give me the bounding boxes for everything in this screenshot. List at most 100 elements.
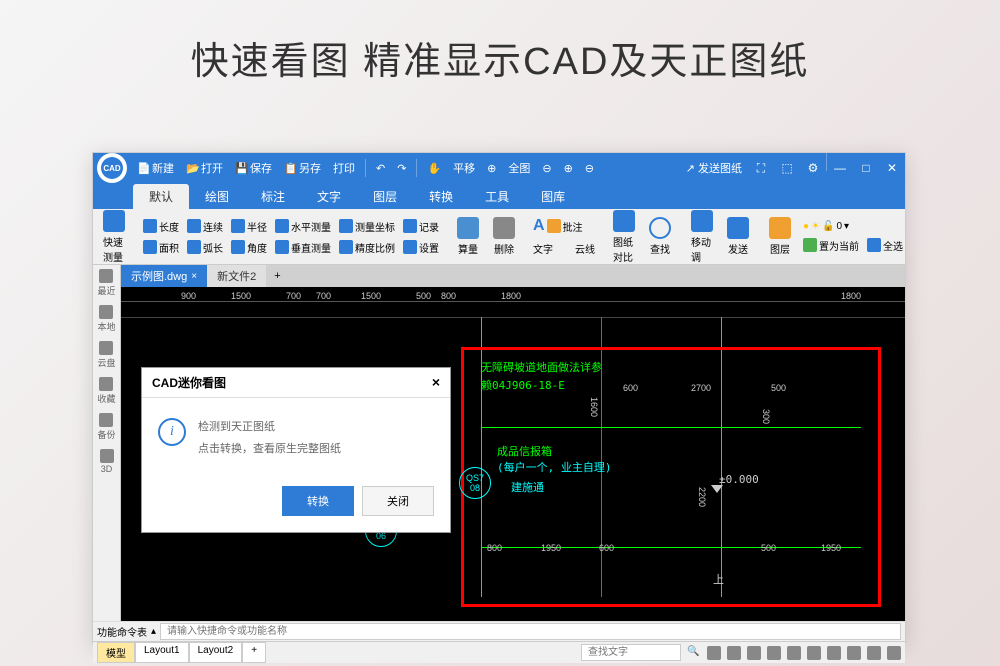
text-tool-button[interactable]: A批注 [529,215,599,237]
tab-layer[interactable]: 图层 [357,184,413,209]
statusbar: 模型 Layout1 Layout2 + 🔍 [93,641,905,663]
tab-text[interactable]: 文字 [301,184,357,209]
redo-button[interactable]: ↷ [391,153,412,183]
dimension: 2200 [697,487,707,507]
dimension: 1950 [821,543,841,553]
send-ribbon-button[interactable]: 发送 [721,215,755,258]
hand-button[interactable]: ✋ [421,153,447,183]
open-icon: 📂 [186,162,198,174]
close-button[interactable]: ✕ [879,153,905,183]
quick-measure-button[interactable]: 快速测量 [97,209,131,265]
search-input[interactable] [581,644,681,661]
saveas-button[interactable]: 📋另存 [278,153,327,183]
tab-convert[interactable]: 转换 [413,184,469,209]
length-button[interactable]: 长度 [139,217,183,236]
sidebar-local[interactable]: 本地 [97,305,115,333]
delete-button[interactable]: 删除 [487,215,521,258]
angle-button[interactable]: 角度 [227,238,271,257]
fullscreen-button[interactable]: ⬚ [774,153,800,183]
tab-default[interactable]: 默认 [133,184,189,209]
maximize-button[interactable]: □ [853,153,879,183]
layout-2[interactable]: Layout2 [189,642,243,663]
undo-button[interactable]: ↶ [370,153,391,183]
grid-icon[interactable] [727,646,741,660]
zoom2-button[interactable]: ⊕ [558,153,579,183]
ruler-mark: 700 [286,291,301,301]
tab-annotate[interactable]: 标注 [245,184,301,209]
app-logo: CAD [97,153,127,183]
open-button[interactable]: 📂打开 [180,153,229,183]
saveas-icon: 📋 [284,162,296,174]
drawing-canvas[interactable]: 900 1500 700 700 1500 500 800 1800 1800 [121,287,905,621]
save-button[interactable]: 💾保存 [229,153,278,183]
layout-1[interactable]: Layout1 [135,642,189,663]
convert-dialog: CAD迷你看图 × i 检测到天正图纸 点击转换，查看原生完整图纸 转换 关闭 [141,367,451,533]
refresh-icon[interactable] [887,646,901,660]
area-button[interactable]: 面积 [139,238,183,257]
sidebar: 最近 本地 云盘 收藏 备份 3D [93,265,121,621]
circle-icon[interactable] [847,646,861,660]
tab-tools[interactable]: 工具 [469,184,525,209]
command-bar: 功能命令表▴ [93,621,905,641]
command-input[interactable] [160,623,901,640]
layer-states[interactable]: ●☀🔓0▾ [799,219,905,234]
set-current-button[interactable]: 置为当前 [799,236,863,255]
search-button[interactable]: 🔍 [687,646,701,660]
angle-icon[interactable] [807,646,821,660]
drawing-note: 无障碍坡道地面做法详参 [481,359,602,375]
settings-button[interactable]: ⚙ [800,153,826,183]
plus-icon[interactable] [827,646,841,660]
sidebar-cloud[interactable]: 云盘 [97,341,115,369]
zoom-out-button[interactable]: ⊖ [536,153,557,183]
radius-button[interactable]: 半径 [227,217,271,236]
calc-button[interactable]: 算量 [451,215,485,258]
app-window: CAD 📄新建 📂打开 💾保存 📋另存 打印 ↶ ↷ ✋ 平移 ⊕ 全图 ⊖ ⊕… [92,152,906,644]
tab-gallery[interactable]: 图库 [525,184,581,209]
ratio-button[interactable]: 精度比例 [335,238,399,257]
osnap-icon[interactable] [787,646,801,660]
layout-add[interactable]: + [242,642,266,663]
send-button[interactable]: ↗发送图纸 [680,153,748,183]
text-label[interactable]: 文字云线 [529,239,599,258]
sidebar-fav[interactable]: 收藏 [97,377,115,405]
doc-tab-1[interactable]: 示例图.dwg× [121,265,207,287]
compare-button[interactable]: 图纸对比 [607,209,641,265]
cube-icon[interactable] [867,646,881,660]
dialog-close-button[interactable]: × [432,374,440,391]
vertical-button[interactable]: 垂直测量 [271,238,335,257]
zoom-in-button[interactable]: ⊕ [481,153,502,183]
sidebar-backup[interactable]: 备份 [97,413,115,441]
fit-button[interactable]: 全图 [502,153,536,183]
minimize-button[interactable]: — [827,153,853,183]
dialog-cancel-button[interactable]: 关闭 [362,486,434,516]
coords-button[interactable]: 测量坐标 [335,217,399,236]
new-button[interactable]: 📄新建 [131,153,180,183]
drawing-note: 成品信报箱 [497,443,552,459]
continuous-button[interactable]: 连续 [183,217,227,236]
record-button[interactable]: 记录 [399,217,443,236]
sidebar-3d[interactable]: 3D [100,449,114,474]
horizontal-button[interactable]: 水平测量 [271,217,335,236]
layout-model[interactable]: 模型 [97,642,135,663]
move-button[interactable]: 移动调 [685,209,719,265]
tab-add-button[interactable]: + [266,267,288,285]
expand-button[interactable]: ⛶ [748,153,774,183]
polar-icon[interactable] [767,646,781,660]
settings-button[interactable]: 设置 [399,238,443,257]
tab-draw[interactable]: 绘图 [189,184,245,209]
arc-button[interactable]: 弧长 [183,238,227,257]
doc-tab-2[interactable]: 新文件2 [207,265,266,287]
zoom3-button[interactable]: ⊖ [579,153,600,183]
direction-label: 上 [713,571,724,587]
layers-button[interactable]: 图层 [763,215,797,258]
snap-icon[interactable] [707,646,721,660]
print-button[interactable]: 打印 [327,153,361,183]
dimension: 300 [761,409,771,424]
ortho-icon[interactable] [747,646,761,660]
pan-button[interactable]: 平移 [447,153,481,183]
sidebar-recent[interactable]: 最近 [97,269,115,297]
find-button[interactable]: 查找 [643,215,677,258]
tab-close-icon[interactable]: × [191,271,197,282]
select-all-button[interactable]: 全选 [863,236,905,255]
convert-button[interactable]: 转换 [282,486,354,516]
